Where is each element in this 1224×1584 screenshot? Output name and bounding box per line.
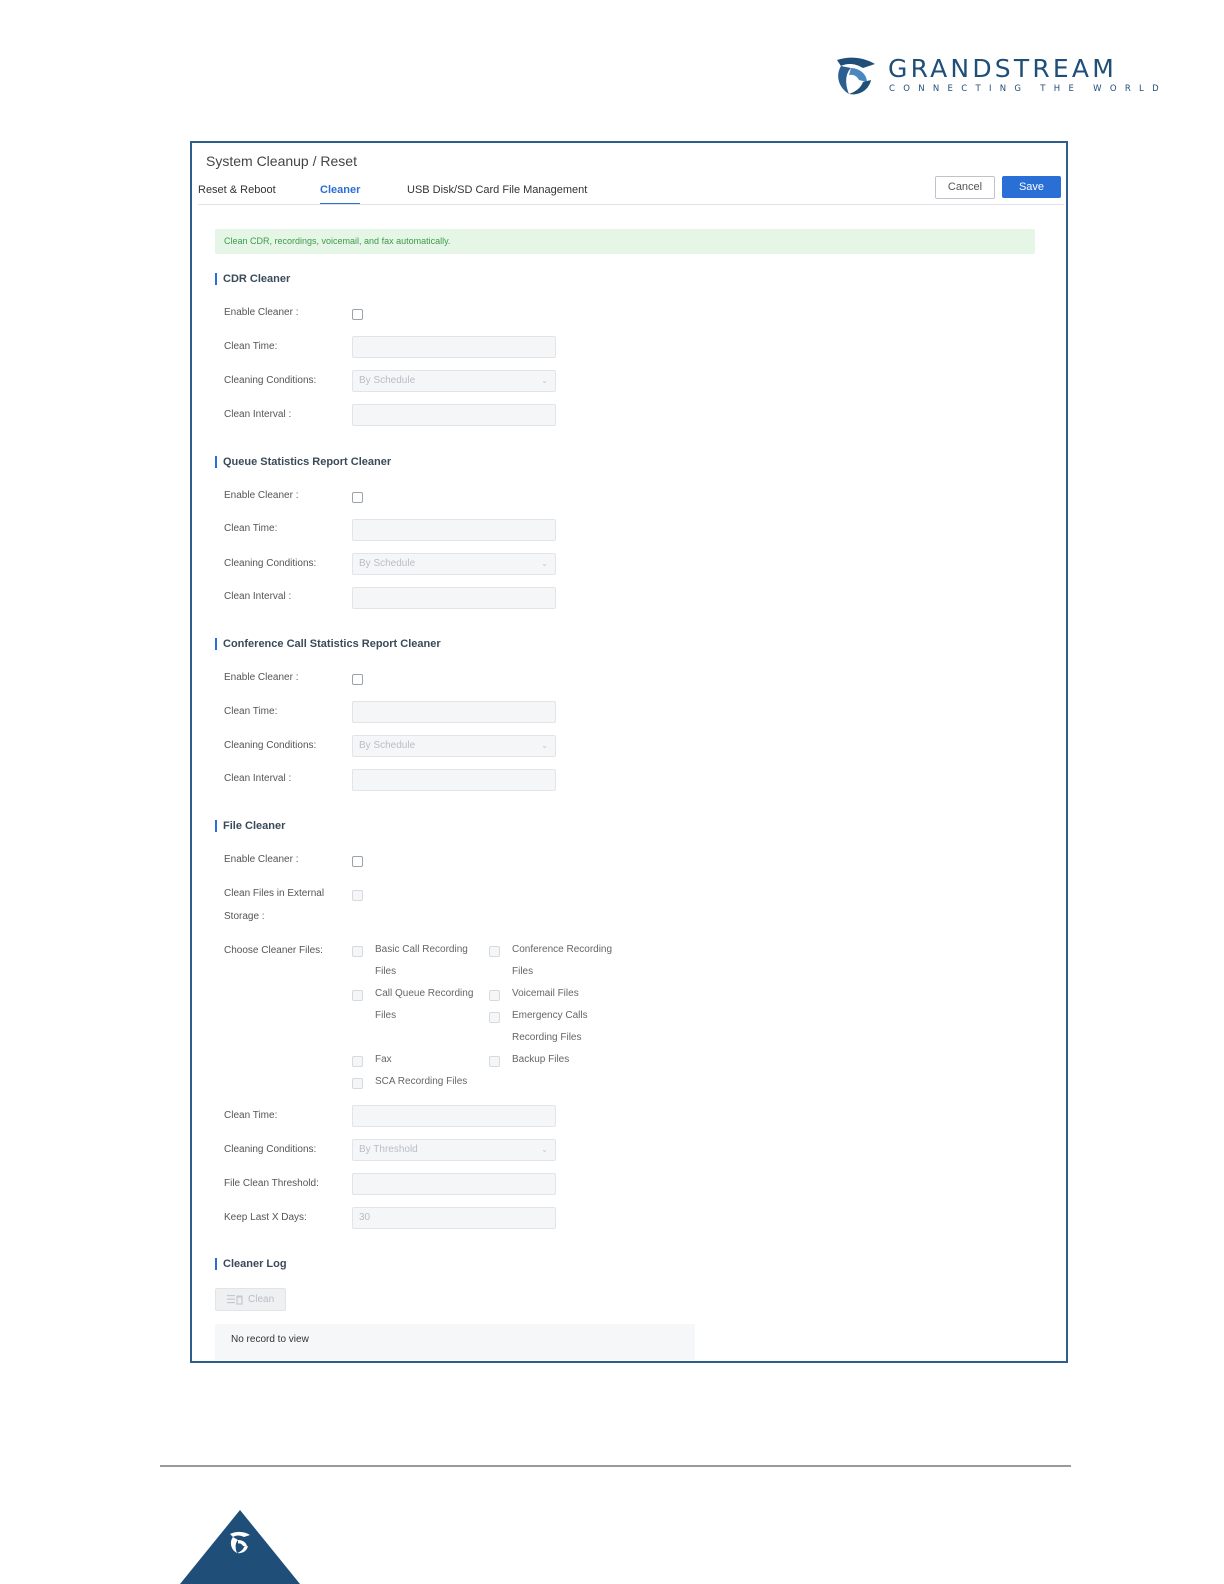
backup-files-label: Backup Files <box>512 1054 570 1065</box>
chevron-down-icon: ⌄ <box>541 741 548 750</box>
external-storage-checkbox[interactable] <box>352 890 363 901</box>
brand-name: GRANDSTREAM <box>888 54 1117 83</box>
queue-enable-checkbox[interactable] <box>352 492 363 503</box>
section-title-file-cleaner: File Cleaner <box>215 820 285 832</box>
tab-cleaner[interactable]: Cleaner <box>320 184 360 196</box>
fax-label: Fax <box>375 1054 392 1065</box>
select-value: By Schedule <box>359 740 416 751</box>
call-queue-recording-label-cont: Files <box>375 1010 397 1021</box>
emergency-calls-label: Emergency Calls <box>512 1010 588 1021</box>
basic-call-recording-label: Basic Call Recording <box>375 944 468 955</box>
cleaning-conditions-label: Cleaning Conditions: <box>224 1144 317 1155</box>
enable-cleaner-label: Enable Cleaner : <box>224 307 299 318</box>
clear-list-icon <box>227 1295 243 1305</box>
cleaning-conditions-label: Cleaning Conditions: <box>224 740 317 751</box>
cleaning-conditions-label: Cleaning Conditions: <box>224 558 317 569</box>
cleaner-log-table: No record to view <box>215 1324 695 1360</box>
emergency-calls-label-cont: Recording Files <box>512 1032 582 1043</box>
brand-tagline: CONNECTING THE WORLD <box>889 84 1167 94</box>
conference-clean-time-input[interactable] <box>352 701 556 723</box>
queue-clean-time-input[interactable] <box>352 519 556 541</box>
conference-clean-interval-input[interactable] <box>352 769 556 791</box>
file-enable-checkbox[interactable] <box>352 856 363 867</box>
clean-time-label: Clean Time: <box>224 1110 278 1121</box>
cleaning-conditions-label: Cleaning Conditions: <box>224 375 317 386</box>
empty-log-text: No record to view <box>231 1334 309 1345</box>
system-cleanup-panel: System Cleanup / Reset Reset & Reboot Cl… <box>190 141 1068 1363</box>
footer-divider <box>160 1465 1071 1467</box>
backup-files-checkbox[interactable] <box>489 1056 500 1067</box>
conference-cleaning-conditions-select[interactable]: By Schedule ⌄ <box>352 735 556 757</box>
clean-time-label: Clean Time: <box>224 523 278 534</box>
conference-recording-checkbox[interactable] <box>489 946 500 957</box>
footer-logo-triangle-icon <box>180 1510 300 1584</box>
cdr-clean-interval-input[interactable] <box>352 404 556 426</box>
sca-recording-checkbox[interactable] <box>352 1078 363 1089</box>
keep-last-x-days-label: Keep Last X Days: <box>224 1212 307 1223</box>
conference-recording-label-cont: Files <box>512 966 534 977</box>
voicemail-files-label: Voicemail Files <box>512 988 579 999</box>
basic-call-recording-checkbox[interactable] <box>352 946 363 957</box>
call-queue-recording-checkbox[interactable] <box>352 990 363 1001</box>
voicemail-files-checkbox[interactable] <box>489 990 500 1001</box>
keep-last-x-days-input[interactable]: 30 <box>352 1207 556 1229</box>
tab-usb-sd-file-management[interactable]: USB Disk/SD Card File Management <box>407 184 587 196</box>
file-clean-time-input[interactable] <box>352 1105 556 1127</box>
clean-time-label: Clean Time: <box>224 341 278 352</box>
conference-recording-label: Conference Recording <box>512 944 613 955</box>
tab-divider <box>198 204 1064 205</box>
call-queue-recording-label: Call Queue Recording <box>375 988 474 999</box>
section-title-conference-statistics-cleaner: Conference Call Statistics Report Cleane… <box>215 638 441 650</box>
clean-interval-label: Clean Interval : <box>224 409 292 420</box>
queue-cleaning-conditions-select[interactable]: By Schedule ⌄ <box>352 553 556 575</box>
conference-enable-checkbox[interactable] <box>352 674 363 685</box>
chevron-down-icon: ⌄ <box>541 376 548 385</box>
chevron-down-icon: ⌄ <box>541 559 548 568</box>
section-title-cdr-cleaner: CDR Cleaner <box>215 273 290 285</box>
cdr-enable-checkbox[interactable] <box>352 309 363 320</box>
cancel-button[interactable]: Cancel <box>935 176 995 199</box>
file-clean-threshold-label: File Clean Threshold: <box>224 1178 319 1189</box>
clean-interval-label: Clean Interval : <box>224 591 292 602</box>
select-value: By Schedule <box>359 558 416 569</box>
enable-cleaner-label: Enable Cleaner : <box>224 672 299 683</box>
grandstream-logo-icon <box>837 57 875 95</box>
info-banner: Clean CDR, recordings, voicemail, and fa… <box>215 229 1035 254</box>
file-cleaning-conditions-select[interactable]: By Threshold ⌄ <box>352 1139 556 1161</box>
enable-cleaner-label: Enable Cleaner : <box>224 854 299 865</box>
sca-recording-label: SCA Recording Files <box>375 1076 468 1087</box>
select-value: By Threshold <box>359 1144 418 1155</box>
chevron-down-icon: ⌄ <box>541 1145 548 1154</box>
enable-cleaner-label: Enable Cleaner : <box>224 490 299 501</box>
section-title-queue-statistics-cleaner: Queue Statistics Report Cleaner <box>215 456 391 468</box>
external-storage-label-cont: Storage : <box>224 911 265 922</box>
clean-log-button[interactable]: Clean <box>215 1288 286 1311</box>
file-clean-threshold-input[interactable] <box>352 1173 556 1195</box>
choose-cleaner-files-label: Choose Cleaner Files: <box>224 945 323 956</box>
fax-checkbox[interactable] <box>352 1056 363 1067</box>
section-title-cleaner-log: Cleaner Log <box>215 1258 287 1270</box>
page-title: System Cleanup / Reset <box>206 153 357 169</box>
cdr-cleaning-conditions-select[interactable]: By Schedule ⌄ <box>352 370 556 392</box>
tab-reset-reboot[interactable]: Reset & Reboot <box>198 184 276 196</box>
save-button[interactable]: Save <box>1002 176 1061 198</box>
queue-clean-interval-input[interactable] <box>352 587 556 609</box>
select-value: By Schedule <box>359 375 416 386</box>
emergency-calls-recording-checkbox[interactable] <box>489 1012 500 1023</box>
clean-button-label: Clean <box>248 1294 275 1305</box>
basic-call-recording-label-cont: Files <box>375 966 397 977</box>
clean-interval-label: Clean Interval : <box>224 773 292 784</box>
external-storage-label: Clean Files in External <box>224 888 325 899</box>
clean-time-label: Clean Time: <box>224 706 278 717</box>
cdr-clean-time-input[interactable] <box>352 336 556 358</box>
